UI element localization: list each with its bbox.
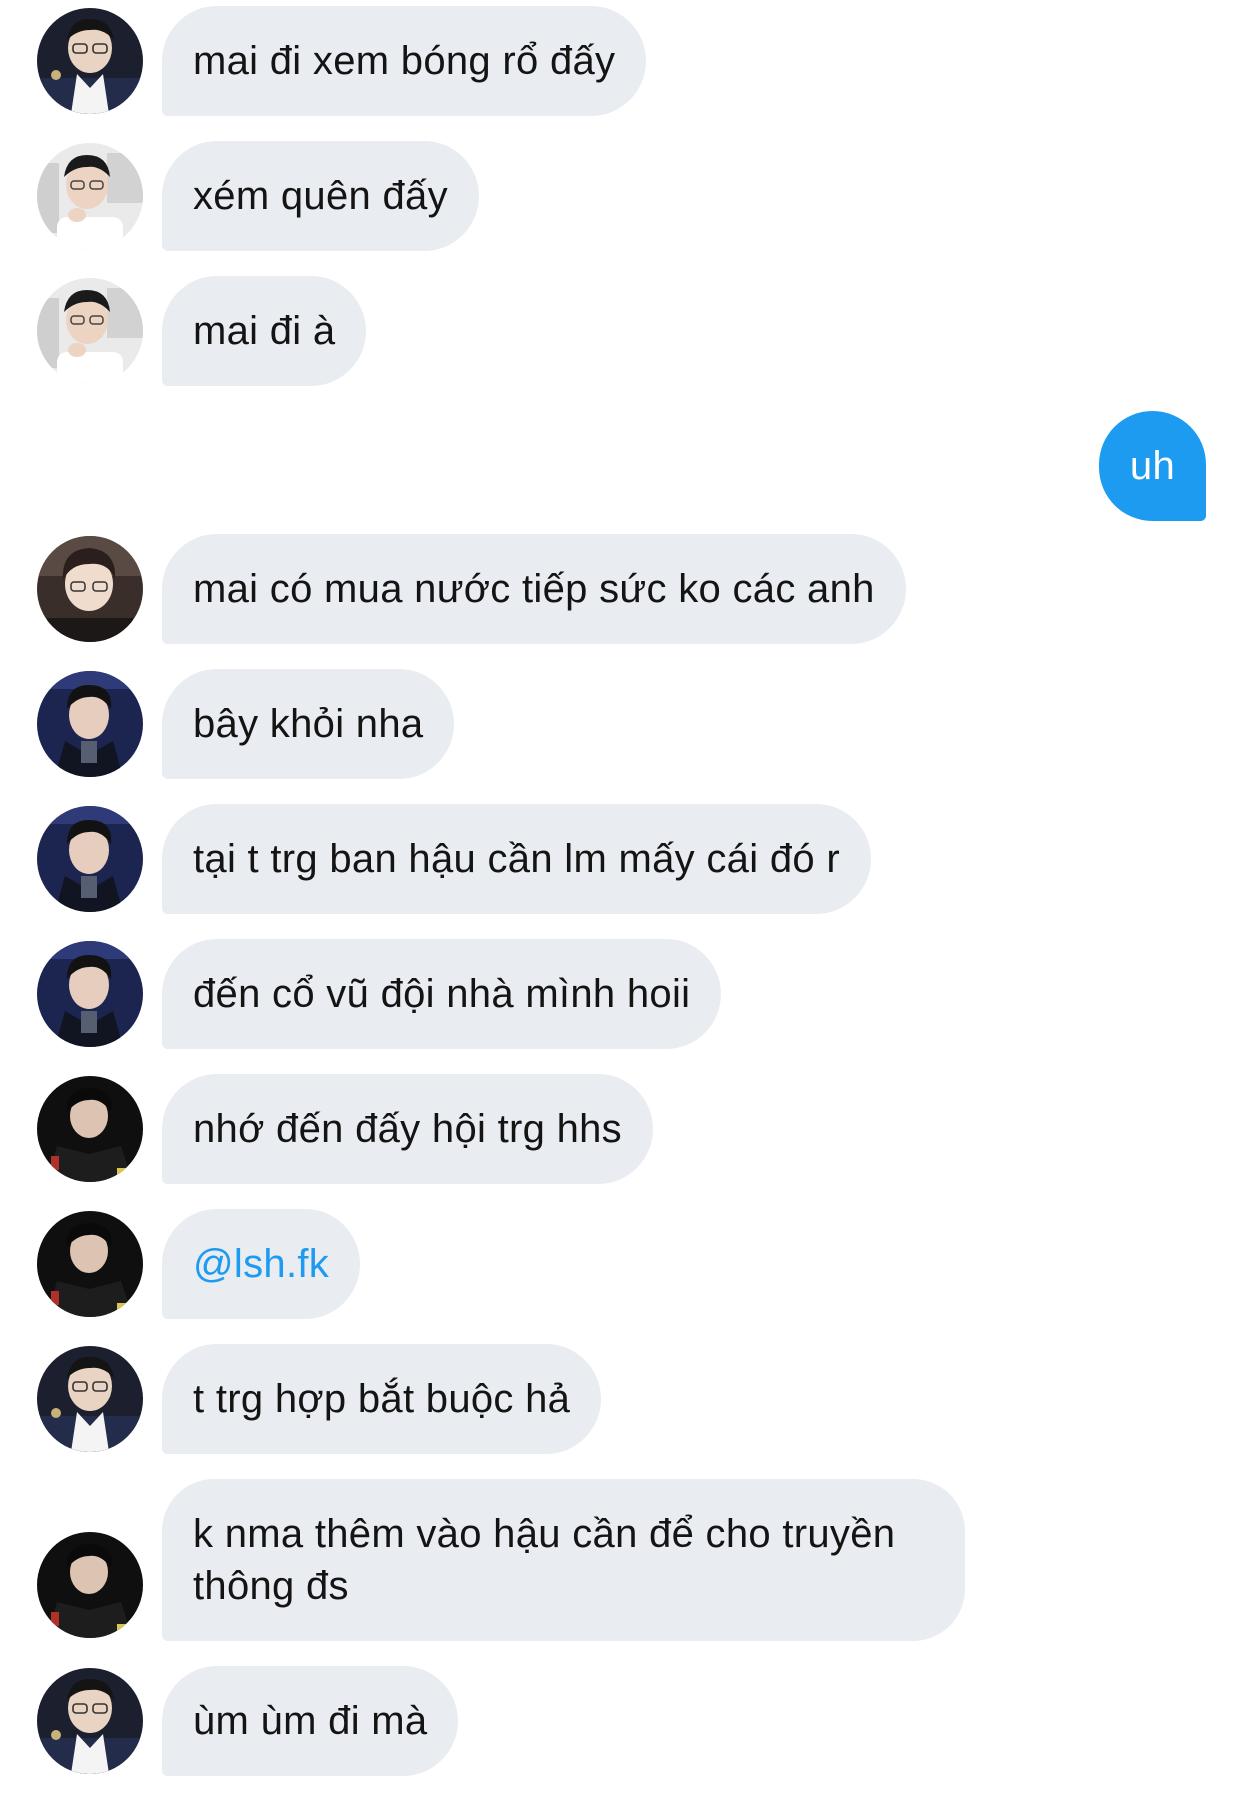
sender-avatar[interactable] — [37, 143, 143, 249]
sender-avatar[interactable] — [37, 1076, 143, 1182]
sender-avatar[interactable] — [37, 806, 143, 912]
sender-avatar[interactable] — [37, 8, 143, 114]
sender-avatar[interactable] — [37, 1668, 143, 1774]
message-bubble[interactable]: mai có mua nước tiếp sức ko các anh — [162, 534, 906, 644]
message-bubble[interactable]: k nma thêm vào hậu cần để cho truyền thô… — [162, 1479, 965, 1641]
message-bubble[interactable]: nhớ đến đấy hội trg hhs — [162, 1074, 653, 1184]
sender-avatar[interactable] — [37, 1211, 143, 1317]
message-bubble[interactable]: đến cổ vũ đội nhà mình hoii — [162, 939, 722, 1049]
message-bubble[interactable]: bây khỏi nha — [162, 669, 455, 779]
mention-bubble[interactable]: @lsh.fk — [162, 1209, 361, 1319]
sender-avatar[interactable] — [37, 1346, 143, 1452]
message-bubble[interactable]: xém quên đấy — [162, 141, 479, 251]
sender-avatar[interactable] — [37, 941, 143, 1047]
message-bubble[interactable]: mai đi à — [162, 276, 367, 386]
message-bubble[interactable]: ùm ùm đi mà — [162, 1666, 459, 1776]
sender-avatar[interactable] — [37, 536, 143, 642]
sender-avatar[interactable] — [37, 1532, 143, 1638]
message-bubble[interactable]: tại t trg ban hậu cần lm mấy cái đó r — [162, 804, 871, 914]
message-thread: mai đi xem bóng rổ đấy xém quên đấy mai … — [0, 0, 1242, 1805]
sender-avatar[interactable] — [37, 278, 143, 384]
sender-avatar[interactable] — [37, 671, 143, 777]
message-bubble[interactable]: t trg hợp bắt buộc hả — [162, 1344, 602, 1454]
message-bubble[interactable]: mai đi xem bóng rổ đấy — [162, 6, 647, 116]
my-message-bubble[interactable]: uh — [1098, 411, 1206, 521]
